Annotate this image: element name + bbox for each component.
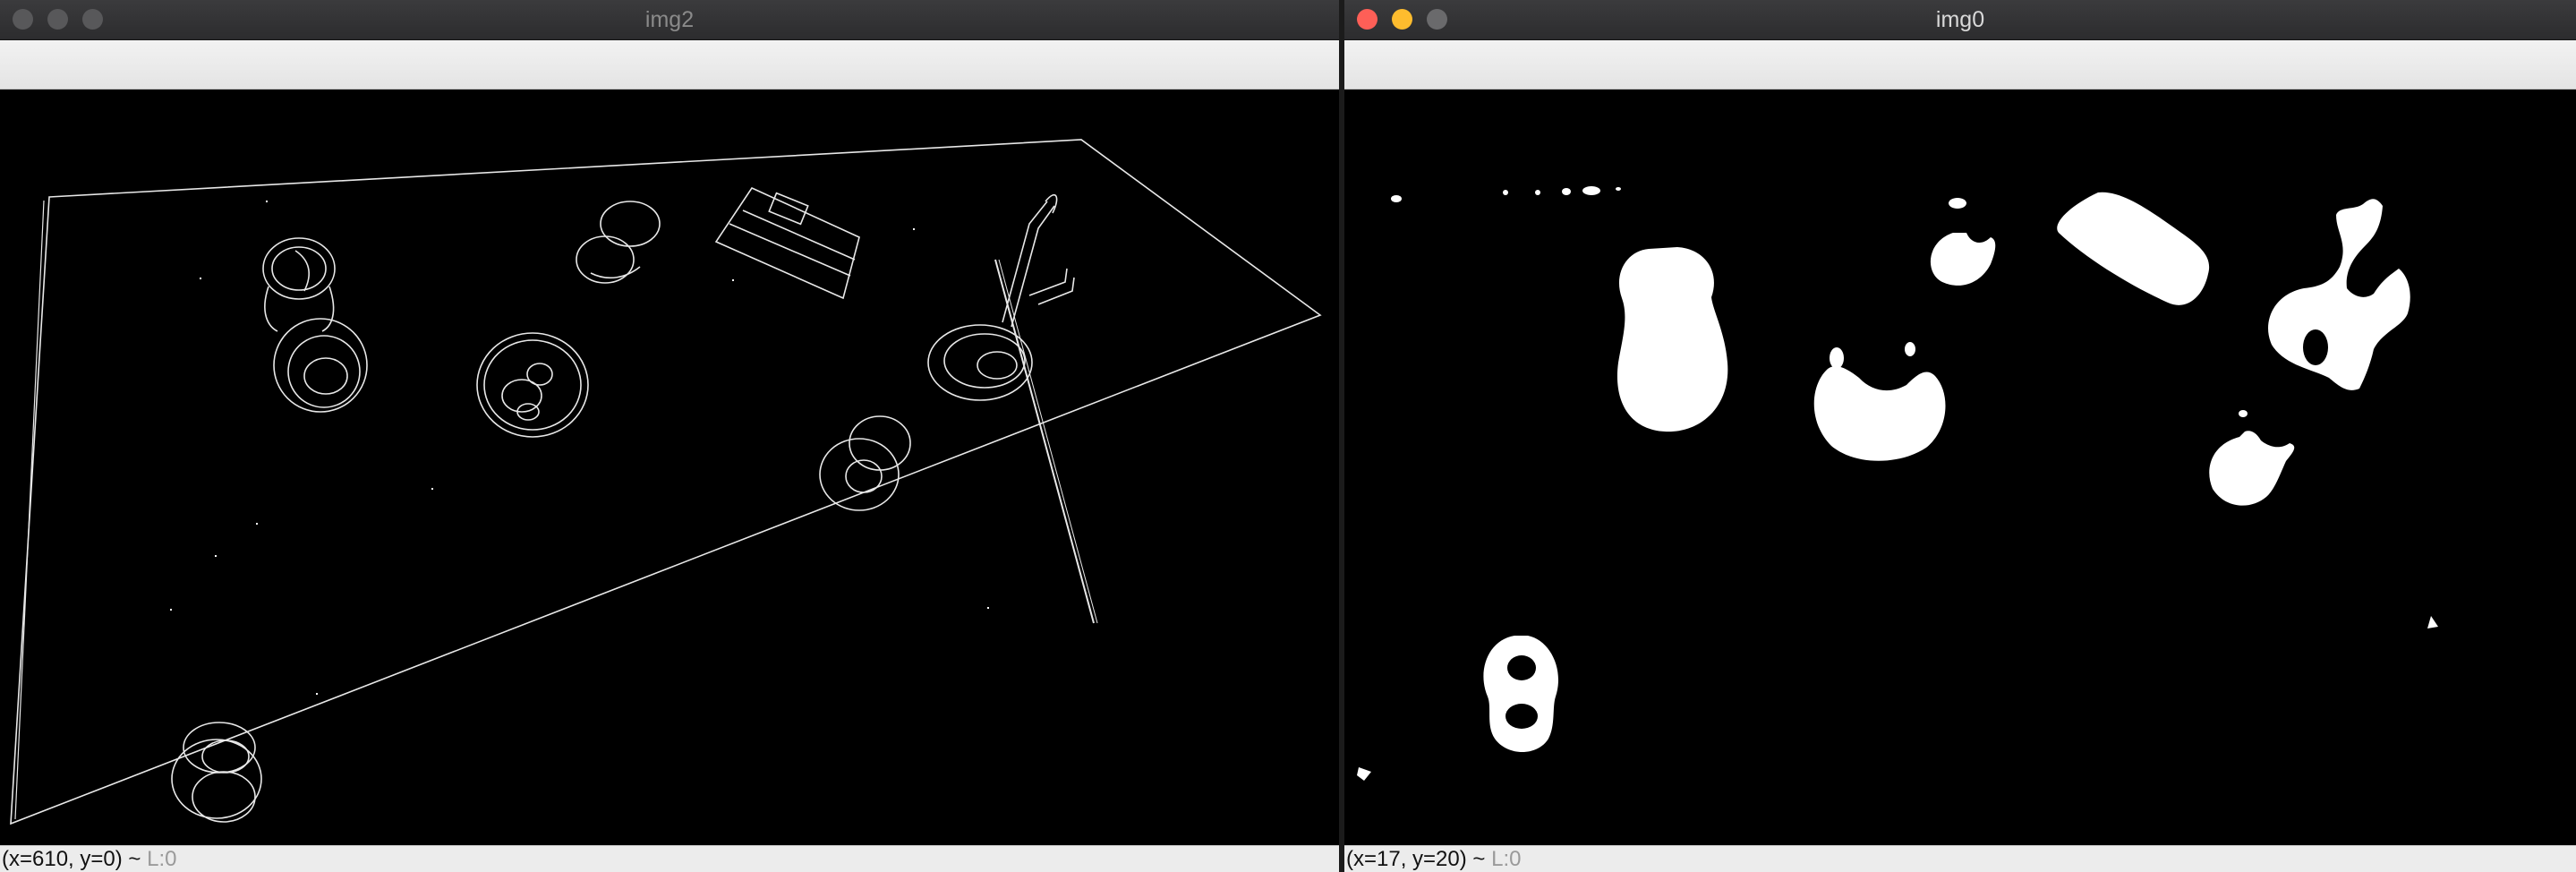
window-titlebar[interactable]: img2	[0, 0, 1339, 40]
window-title: img0	[1935, 7, 1985, 32]
image-canvas[interactable]	[0, 90, 1339, 845]
edge-specks	[170, 201, 989, 695]
image-window-img2: img2 (x=610, y=0) ~ L:0	[0, 0, 1339, 872]
cursor-coordinates: (x=610, y=0) ~	[2, 847, 141, 871]
edge-contours	[10, 139, 1322, 825]
window-titlebar[interactable]: img0	[1344, 0, 2576, 40]
window-toolbar	[1344, 40, 2576, 90]
label-value: L:0	[1491, 847, 1522, 871]
image-window-img0: img0 (x=17, y=20) ~ L:0	[1344, 0, 2576, 872]
window-title: img2	[644, 7, 695, 32]
label-value: L:0	[147, 847, 177, 871]
mask-image	[1357, 186, 2438, 781]
edge-image	[10, 139, 1322, 825]
window-toolbar	[0, 40, 1339, 90]
status-bar: (x=17, y=20) ~ L:0	[1344, 845, 2576, 872]
cursor-coordinates: (x=17, y=20) ~	[1346, 847, 1486, 871]
image-canvas[interactable]	[1344, 90, 2576, 845]
status-bar: (x=610, y=0) ~ L:0	[0, 845, 1339, 872]
mask-blobs	[1357, 186, 2438, 781]
